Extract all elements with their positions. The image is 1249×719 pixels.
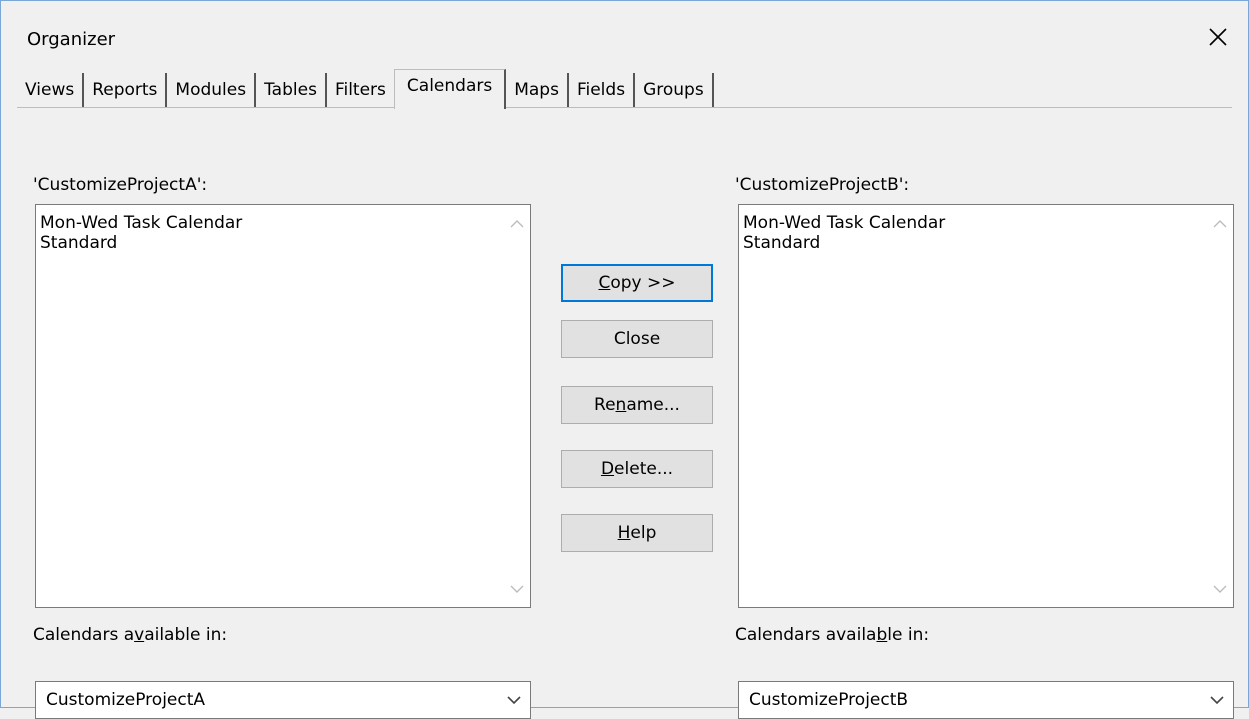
organizer-dialog: Organizer Views Reports Modules Tables F… bbox=[0, 0, 1249, 719]
left-project-select-value: CustomizeProjectA bbox=[46, 690, 206, 710]
chevron-down-icon[interactable] bbox=[1207, 577, 1233, 601]
list-item[interactable]: Mon-Wed Task Calendar bbox=[40, 213, 242, 233]
right-calendar-list[interactable]: Mon-Wed Task Calendar Standard bbox=[738, 204, 1234, 608]
close-button[interactable]: Close bbox=[561, 320, 713, 358]
right-project-label: 'CustomizeProjectB': bbox=[735, 175, 910, 195]
list-item[interactable]: Standard bbox=[40, 233, 242, 253]
close-icon[interactable] bbox=[1202, 21, 1234, 53]
tab-bar: Views Reports Modules Tables Filters Cal… bbox=[17, 69, 1232, 109]
help-button[interactable]: Help bbox=[561, 514, 713, 552]
chevron-up-icon[interactable] bbox=[1207, 211, 1233, 235]
tab-tables[interactable]: Tables bbox=[256, 73, 327, 107]
tab-views[interactable]: Views bbox=[17, 73, 85, 107]
chevron-down-icon[interactable] bbox=[504, 577, 530, 601]
chevron-down-icon bbox=[507, 696, 521, 705]
tab-divider bbox=[17, 107, 1232, 108]
right-available-label: Calendars available in: bbox=[735, 625, 930, 645]
left-calendar-list[interactable]: Mon-Wed Task Calendar Standard bbox=[35, 204, 531, 608]
tab-calendars[interactable]: Calendars bbox=[393, 69, 507, 109]
chevron-down-icon bbox=[1210, 696, 1224, 705]
left-project-select[interactable]: CustomizeProjectA bbox=[35, 681, 531, 719]
list-item[interactable]: Mon-Wed Task Calendar bbox=[743, 213, 945, 233]
right-project-select[interactable]: CustomizeProjectB bbox=[738, 681, 1234, 719]
rename-button[interactable]: Re n ame... bbox=[561, 386, 713, 424]
tab-filters[interactable]: Filters bbox=[327, 73, 394, 107]
tab-fields[interactable]: Fields bbox=[569, 73, 636, 107]
tab-maps[interactable]: Maps bbox=[506, 73, 569, 107]
tab-reports[interactable]: Reports bbox=[84, 73, 168, 107]
list-item[interactable]: Standard bbox=[743, 233, 945, 253]
delete-button[interactable]: Delete... bbox=[561, 450, 713, 488]
dialog-title: Organizer bbox=[27, 29, 116, 50]
chevron-up-icon[interactable] bbox=[504, 211, 530, 235]
left-scrollbar[interactable] bbox=[504, 205, 530, 607]
tab-modules[interactable]: Modules bbox=[167, 73, 257, 107]
right-scrollbar[interactable] bbox=[1207, 205, 1233, 607]
copy-button[interactable]: Copy >> bbox=[561, 264, 713, 302]
right-project-select-value: CustomizeProjectB bbox=[749, 690, 909, 710]
left-project-label: 'CustomizeProjectA': bbox=[33, 175, 208, 195]
left-available-label: Calendars available in: bbox=[33, 625, 228, 645]
tab-groups[interactable]: Groups bbox=[635, 73, 714, 107]
